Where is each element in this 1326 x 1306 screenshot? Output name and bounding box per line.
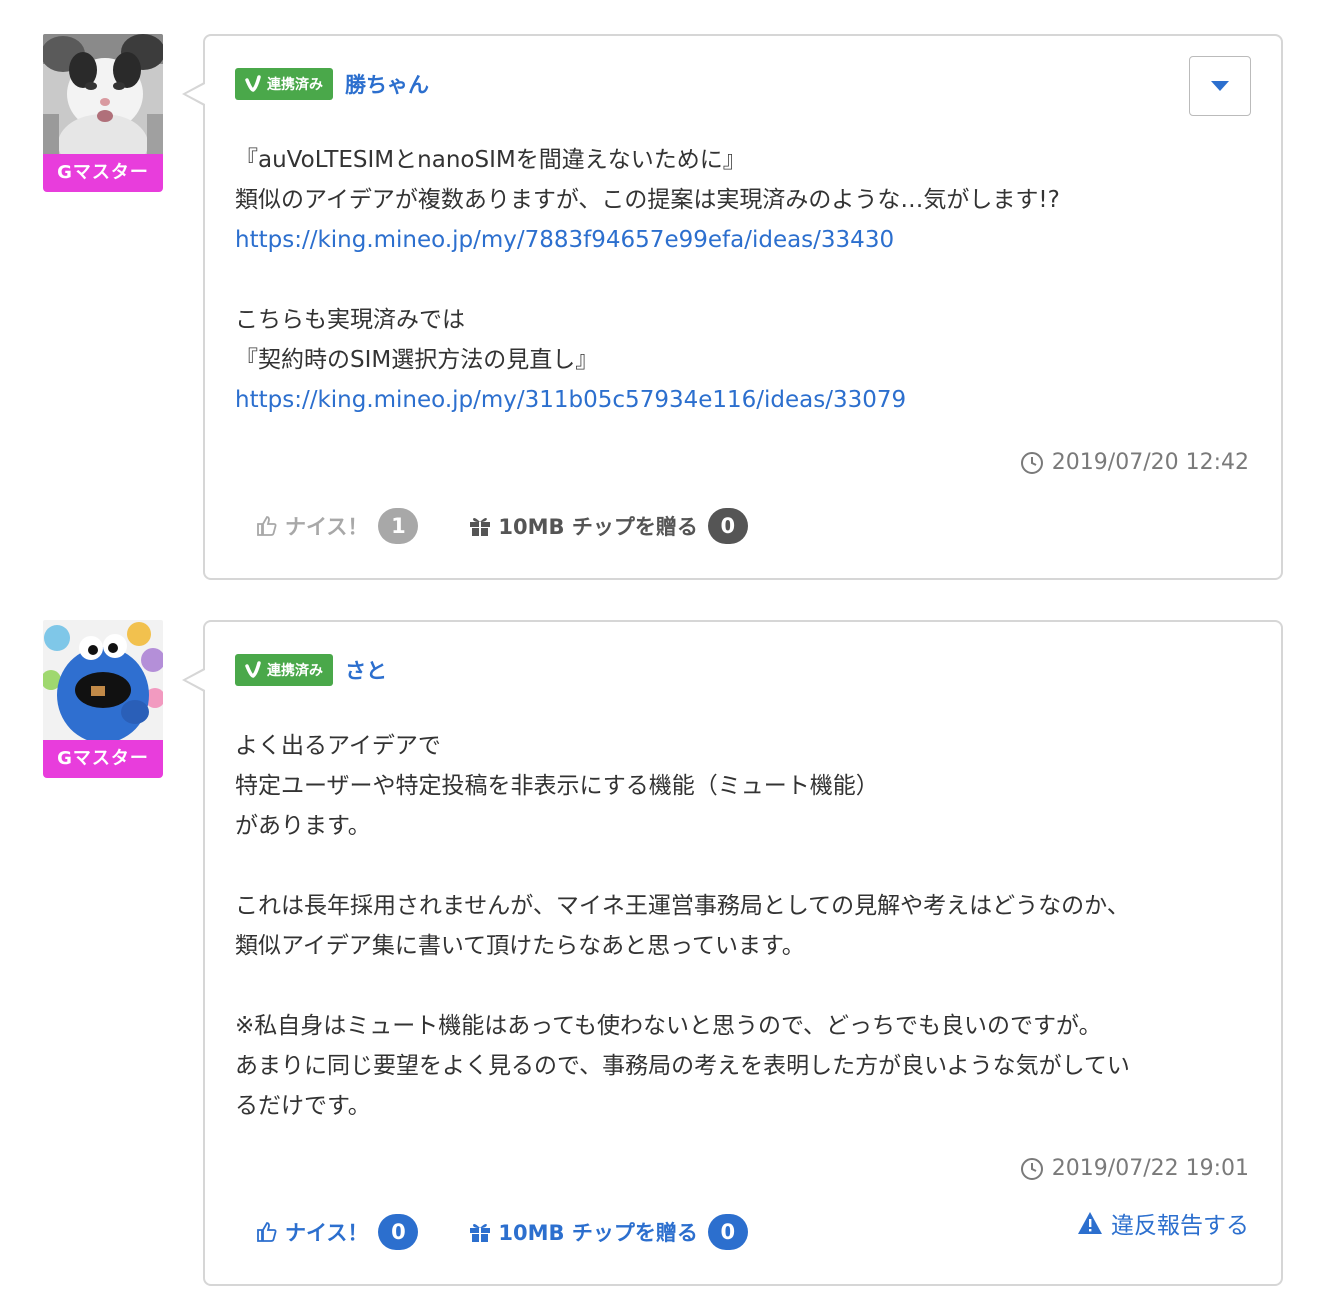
timestamp-text: 2019/07/20 12:42 [1051,450,1249,475]
check-icon [245,75,261,92]
clock-icon [1020,451,1043,474]
avatar[interactable] [43,34,163,154]
user-avatar-column: Gマスター [43,620,163,778]
check-icon [245,661,261,678]
user-name-link[interactable]: 勝ちゃん [345,69,429,99]
report-violation-link[interactable]: 違反報告する [1077,1206,1249,1240]
body-text: こちらも実現済みでは [235,307,465,333]
timestamp: 2019/07/22 19:01 [1020,1156,1249,1181]
user-name-link[interactable]: さと [345,655,387,685]
idea-link[interactable]: https://king.mineo.jp/my/311b05c57934e11… [235,387,906,413]
linked-badge: 連携済み [235,68,333,100]
card-pointer-inner [186,670,205,690]
report-label: 違反報告する [1111,1213,1249,1239]
comment-header: 連携済み 勝ちゃん [235,68,429,100]
comment-header: 連携済み さと [235,654,387,686]
linked-badge-label: 連携済み [267,77,323,93]
comment-card: 連携済み さと よく出るアイデアで 特定ユーザーや特定投稿を非表示にする機能（ミ… [182,620,1283,1286]
user-avatar-column: Gマスター [43,34,163,192]
gift-count: 0 [707,1214,748,1250]
body-text: 『auVoLTESIMとnanoSIMを間違えないために』 [235,147,746,173]
timestamp-text: 2019/07/22 19:01 [1051,1156,1249,1181]
comment-actions: ナイス！ 0 10MB チップを贈る 0 [255,1214,798,1250]
gift-count: 0 [707,508,748,544]
nice-button[interactable]: ナイス！ 1 [255,508,419,544]
avatar[interactable] [43,620,163,740]
gift-label: 10MB チップを贈る [498,515,698,539]
linked-badge: 連携済み [235,654,333,686]
comment-item: Gマスター 連携済み さと よく出るアイデアで 特定ユーザーや特定投稿を非表示に… [0,620,1326,1286]
nice-count: 0 [378,1214,419,1250]
comment-actions: ナイス！ 1 10MB チップを贈る 0 [255,508,798,544]
timestamp: 2019/07/20 12:42 [1020,450,1249,475]
warning-icon [1078,1212,1102,1234]
body-text: ※私自身はミュート機能はあっても使わないと思うので、どっちでも良いのですが。 [235,1013,1102,1039]
thumbs-up-icon [257,1222,277,1242]
idea-link[interactable]: https://king.mineo.jp/my/7883f94657e99ef… [235,227,894,253]
nice-count: 1 [378,508,419,544]
body-text: これは長年採用されませんが、マイネ王運営事務局としての見解や考えはどうなのか、 [235,893,1130,919]
rank-badge: Gマスター [43,154,163,192]
gift-chip-button[interactable]: 10MB チップを贈る 0 [468,1214,748,1250]
gift-icon [470,518,491,536]
linked-badge-label: 連携済み [267,663,323,679]
gift-chip-button[interactable]: 10MB チップを贈る 0 [468,508,748,544]
gift-icon [470,1224,491,1242]
rank-badge: Gマスター [43,740,163,778]
comment-item: Gマスター 連携済み 勝ちゃん 『auVoLTESIMとnanoSIMを間違えな… [0,34,1326,580]
comment-body: 『auVoLTESIMとnanoSIMを間違えないために』 類似のアイデアが複数… [235,140,1255,420]
comment-body: よく出るアイデアで 特定ユーザーや特定投稿を非表示にする機能（ミュート機能） が… [235,726,1255,1126]
body-text: 類似アイデア集に書いて頂けたらなあと思っています。 [235,933,805,959]
comment-menu-button[interactable] [1189,56,1251,116]
nice-button[interactable]: ナイス！ 0 [255,1214,419,1250]
chevron-down-icon [1211,81,1229,91]
body-text: 『契約時のSIM選択方法の見直し』 [235,347,599,373]
clock-icon [1020,1157,1043,1180]
body-text: があります。 [235,813,371,839]
thumbs-up-icon [257,516,277,536]
comment-card: 連携済み 勝ちゃん 『auVoLTESIMとnanoSIMを間違えないために』 … [182,34,1283,580]
body-text: よく出るアイデアで [235,733,441,759]
body-text: あまりに同じ要望をよく見るので、事務局の考えを表明した方が良いような気がしてい [235,1053,1130,1079]
card-pointer-inner [186,84,205,104]
nice-label: ナイス！ [285,1221,369,1245]
gift-label: 10MB チップを贈る [498,1221,698,1245]
body-text: るだけです。 [235,1093,371,1119]
body-text: 特定ユーザーや特定投稿を非表示にする機能（ミュート機能） [235,773,879,799]
body-text: 類似のアイデアが複数ありますが、この提案は実現済みのような…気がします!? [235,187,1060,213]
nice-label: ナイス！ [285,515,369,539]
